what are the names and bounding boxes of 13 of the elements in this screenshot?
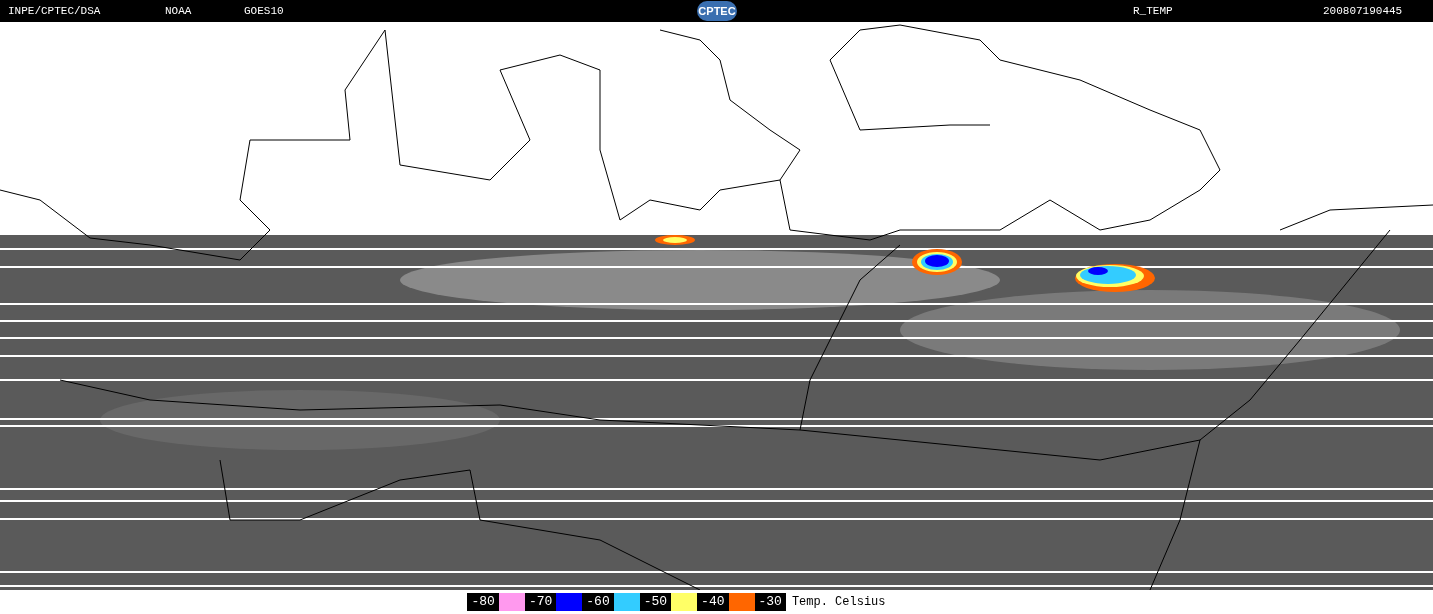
legend-value: -50 — [639, 593, 672, 611]
agency-label: NOAA — [165, 3, 193, 19]
legend-value: -30 — [754, 593, 786, 611]
product-label: R_TEMP — [1133, 3, 1174, 19]
legend-value: -80 — [467, 593, 499, 611]
timestamp-label: 200807190445 — [1323, 3, 1403, 19]
legend-value: -60 — [582, 593, 614, 611]
source-label: INPE/CPTEC/DSA — [8, 3, 102, 19]
legend-value: -70 — [524, 593, 557, 611]
satellite-label: GOES10 — [244, 3, 285, 19]
legend-value: -40 — [697, 593, 729, 611]
legend-unit: Temp. Celsius — [791, 594, 886, 611]
logo: CPTEC — [697, 1, 737, 21]
